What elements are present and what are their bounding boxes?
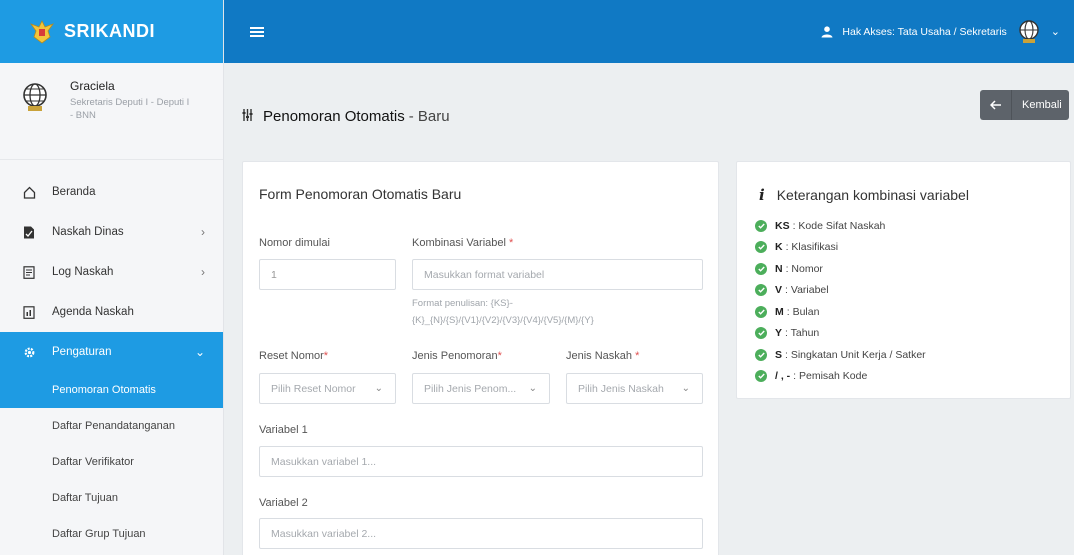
brand-bar[interactable]: SRIKANDI [0, 0, 223, 63]
variabel-2-label: Variabel 2 [259, 497, 308, 509]
legend-item: V: Variabel [755, 280, 926, 302]
chevron-down-icon: ⌄ [194, 345, 205, 359]
jenis-naskah-label: Jenis Naskah * [566, 350, 640, 362]
topbar-user-area[interactable]: Hak Akses: Tata Usaha / Sekretaris ⌄ [821, 0, 1060, 63]
legend-item: M: Bulan [755, 301, 926, 323]
check-circle-icon [755, 262, 767, 275]
user-icon [821, 25, 833, 37]
access-label: Hak Akses: Tata Usaha / Sekretaris [842, 25, 1007, 38]
page-title: Penomoran Otomatis - Baru [242, 108, 450, 125]
variabel-1-input[interactable]: Masukkan variabel 1... [259, 446, 703, 477]
sidebar-item-label: Log Naskah [52, 266, 114, 278]
sidebar: SRIKANDI Graciela Sekretaris Deputi I - … [0, 0, 224, 555]
check-circle-icon [755, 305, 767, 318]
agenda-icon [22, 305, 36, 319]
chevron-right-icon: › [201, 225, 205, 239]
reset-nomor-label: Reset Nomor* [259, 350, 329, 362]
jenis-penomoran-label: Jenis Penomoran* [412, 350, 502, 362]
hamburger-menu-icon[interactable] [250, 25, 264, 39]
format-hint: Format penulisan: {KS}- {K}_{N}/{S}/{V1}… [412, 298, 594, 326]
form-title: Form Penomoran Otomatis Baru [259, 186, 462, 202]
info-card: i Keterangan kombinasi variabel KS: Kode… [736, 161, 1071, 399]
variabel-2-input[interactable]: Masukkan variabel 2... [259, 518, 703, 549]
jenis-naskah-select[interactable]: Pilih Jenis Naskah ⌄ [566, 373, 703, 404]
variabel-1-label: Variabel 1 [259, 424, 308, 436]
sidebar-item-label: Pengaturan [52, 346, 112, 358]
variable-legend: KS: Kode Sifat Naskah K: Klasifikasi N: … [755, 215, 926, 387]
legend-item: / , -: Pemisah Kode [755, 366, 926, 388]
gear-icon [22, 345, 36, 359]
user-profile: Graciela Sekretaris Deputi I - Deputi I … [0, 63, 223, 160]
page-header: Penomoran Otomatis - Baru Kembali [224, 63, 1074, 160]
chevron-down-icon: ⌄ [681, 383, 690, 394]
legend-item: Y: Tahun [755, 323, 926, 345]
submenu-daftar-grup-tujuan[interactable]: Daftar Grup Tujuan [0, 516, 223, 552]
nomor-dimulai-label: Nomor dimulai [259, 237, 330, 249]
submenu-daftar-penandatanganan[interactable]: Daftar Penandatanganan [0, 408, 223, 444]
check-circle-icon [755, 284, 767, 297]
arrow-left-icon [980, 90, 1012, 120]
user-role: Sekretaris Deputi I - Deputi I - BNN [70, 97, 190, 121]
check-circle-icon [755, 241, 767, 254]
sidebar-item-naskah-dinas[interactable]: Naskah Dinas › [0, 212, 223, 252]
info-icon: i [759, 186, 765, 204]
sliders-icon [242, 109, 253, 124]
check-circle-icon [755, 327, 767, 340]
back-button[interactable]: Kembali [980, 90, 1069, 120]
check-circle-icon [755, 219, 767, 232]
form-card: Form Penomoran Otomatis Baru Nomor dimul… [242, 161, 719, 555]
legend-item: S: Singkatan Unit Kerja / Satker [755, 344, 926, 366]
kombinasi-variabel-label: Kombinasi Variabel * [412, 237, 514, 249]
home-icon [22, 185, 36, 199]
sidebar-item-label: Naskah Dinas [52, 226, 124, 238]
jenis-penomoran-select[interactable]: Pilih Jenis Penom... ⌄ [412, 373, 550, 404]
chevron-down-icon: ⌄ [374, 383, 383, 394]
sidebar-item-beranda[interactable]: Beranda [0, 172, 223, 212]
page-subtitle: - Baru [408, 108, 450, 125]
sidebar-item-label: Beranda [52, 186, 96, 198]
sidebar-item-agenda-naskah[interactable]: Agenda Naskah [0, 292, 223, 332]
back-button-label: Kembali [1022, 99, 1062, 111]
sidebar-item-label: Agenda Naskah [52, 306, 134, 318]
sidebar-item-pengaturan[interactable]: Pengaturan ⌄ [0, 332, 223, 372]
user-name: Graciela [70, 79, 115, 93]
check-circle-icon [755, 370, 767, 383]
kombinasi-variabel-input[interactable]: Masukkan format variabel [412, 259, 703, 290]
legend-item: N: Nomor [755, 258, 926, 280]
garuda-logo-icon [30, 19, 54, 43]
sidebar-item-log-naskah[interactable]: Log Naskah › [0, 252, 223, 292]
brand-name: SRIKANDI [64, 21, 156, 41]
sidebar-menu: Beranda Naskah Dinas › Log Naskah › Agen… [0, 172, 223, 552]
legend-item: KS: Kode Sifat Naskah [755, 215, 926, 237]
submenu-daftar-verifikator[interactable]: Daftar Verifikator [0, 444, 223, 480]
globe-avatar-icon [1019, 19, 1039, 43]
reset-nomor-select[interactable]: Pilih Reset Nomor ⌄ [259, 373, 396, 404]
globe-avatar-icon [23, 83, 47, 111]
check-circle-icon [755, 348, 767, 361]
page-title-text: Penomoran Otomatis [263, 108, 405, 125]
chevron-down-icon: ⌄ [1050, 26, 1060, 38]
submenu-daftar-tujuan[interactable]: Daftar Tujuan [0, 480, 223, 516]
chevron-right-icon: › [201, 265, 205, 279]
nomor-dimulai-input[interactable]: 1 [259, 259, 396, 290]
document-icon [22, 225, 36, 239]
info-title: i Keterangan kombinasi variabel [759, 186, 969, 204]
pengaturan-submenu: Penomoran Otomatis Daftar Penandatangana… [0, 372, 223, 552]
log-icon [22, 265, 36, 279]
legend-item: K: Klasifikasi [755, 237, 926, 259]
submenu-penomoran-otomatis[interactable]: Penomoran Otomatis [0, 372, 223, 408]
topbar: Hak Akses: Tata Usaha / Sekretaris ⌄ [224, 0, 1074, 63]
chevron-down-icon: ⌄ [528, 383, 537, 394]
